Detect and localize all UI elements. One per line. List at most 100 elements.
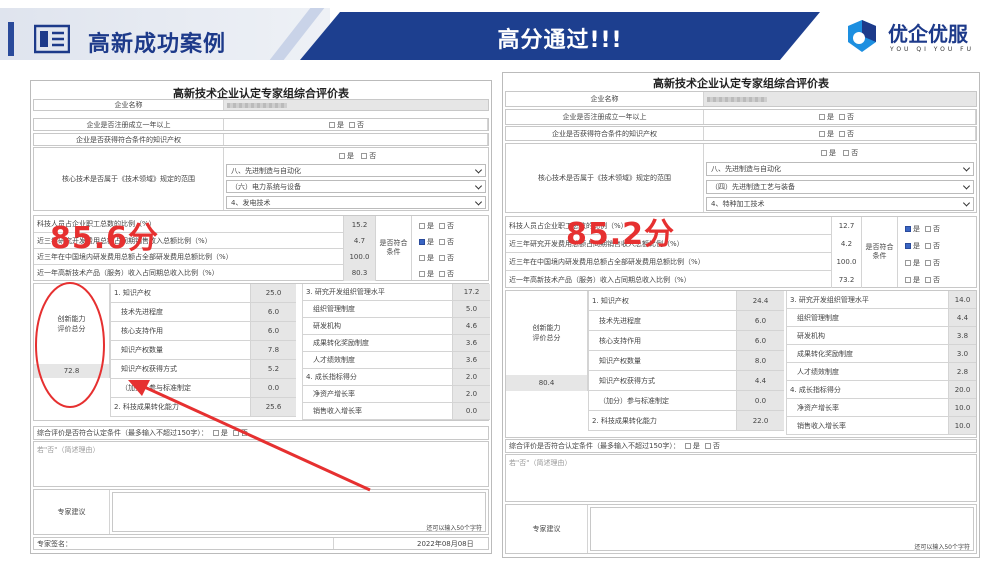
yes-checkbox[interactable] <box>419 255 425 261</box>
score-label: 研发机构 <box>303 318 453 334</box>
score-row: 2. 科技成果转化能力 22.0 <box>588 411 784 431</box>
yes-checkbox[interactable] <box>821 150 827 156</box>
no-checkbox[interactable] <box>925 243 931 249</box>
left-field-select-1[interactable]: 八、先进制造与自动化 <box>226 164 486 177</box>
score-value: 2.0 <box>453 369 490 385</box>
score-value: 20.0 <box>949 381 976 398</box>
left-no-reason-textarea[interactable]: 若"否"（简述理由） <box>33 441 489 487</box>
yes-label: 是 <box>692 442 700 450</box>
score-label: 核心支持作用 <box>589 331 737 350</box>
no-checkbox[interactable] <box>349 121 355 128</box>
yes-label: 是 <box>827 129 834 138</box>
right-year-question: 企业是否注册成立一年以上 <box>506 110 704 124</box>
right-field-question: 核心技术是否属于《技术领域》规定的范围 <box>506 144 704 212</box>
header-center-title: 高分通过!!! <box>497 28 623 53</box>
score-row: 组织管理制度 5.0 <box>302 301 490 318</box>
score-row: 1. 知识产权 25.0 <box>110 284 296 303</box>
score-value: 5.2 <box>251 360 296 378</box>
no-checkbox[interactable] <box>439 239 445 245</box>
no-checkbox[interactable] <box>925 260 931 266</box>
left-sign-row: 专家签名： 2022年08月08日 <box>33 537 489 550</box>
left-field-select-3[interactable]: 4、发电技术 <box>226 196 486 209</box>
right-field-row: 核心技术是否属于《技术领域》规定的范围 是 否 八、先进制造与自动化 （四）先进… <box>505 143 977 213</box>
right-expert-row: 专家建议 还可以输入50个字符 <box>505 504 977 554</box>
score-label: 销售收入增长率 <box>787 417 949 434</box>
score-row: 人才绩效制度 3.6 <box>302 352 490 369</box>
yes-checkbox[interactable] <box>905 277 911 283</box>
overall-question: 综合评价是否符合认定条件（最多输入不超过150字）： <box>509 442 680 450</box>
yes-label: 是 <box>829 149 836 157</box>
score-value: 3.8 <box>949 327 976 344</box>
score-row: 4. 成长指标得分 20.0 <box>786 381 976 399</box>
left-field-select-2[interactable]: （六）电力系统与设备 <box>226 180 486 193</box>
select-value: 4、发电技术 <box>231 198 271 207</box>
no-checkbox[interactable] <box>439 271 445 277</box>
right-no-reason-textarea[interactable]: 若"否"（简述理由） <box>505 454 977 502</box>
no-label: 否 <box>447 254 454 262</box>
select-value: 八、先进制造与自动化 <box>711 165 781 173</box>
right-char-limit: 还可以输入50个字符 <box>914 544 970 551</box>
yes-checkbox[interactable] <box>339 153 345 159</box>
yes-label: 是 <box>337 120 344 129</box>
score-row: 4. 成长指标得分 2.0 <box>302 369 490 386</box>
overall-question: 综合评价是否符合认定条件（最多输入不超过150字）： <box>37 429 208 437</box>
yes-checkbox[interactable] <box>419 271 425 277</box>
yes-checkbox[interactable] <box>212 430 219 436</box>
left-company-row: 企业名称 <box>33 99 489 111</box>
score-label: 成果转化奖励制度 <box>303 335 453 351</box>
yes-checkbox-checked[interactable] <box>419 239 425 245</box>
no-label: 否 <box>447 270 454 278</box>
yes-checkbox-checked[interactable] <box>905 226 911 232</box>
score-value: 25.6 <box>251 398 296 416</box>
right-field-select-2[interactable]: （四）先进制造工艺与装备 <box>706 180 974 194</box>
select-value: 4、特种加工技术 <box>711 200 765 208</box>
no-label: 否 <box>447 238 454 246</box>
left-year-question: 企业是否注册成立一年以上 <box>34 119 224 130</box>
select-value: （六）电力系统与设备 <box>231 182 301 191</box>
score-row: 核心支持作用 6.0 <box>588 331 784 351</box>
no-checkbox[interactable] <box>925 277 931 283</box>
left-company-label: 企业名称 <box>34 100 224 110</box>
yes-checkbox[interactable] <box>819 130 825 137</box>
no-checkbox[interactable] <box>361 153 368 159</box>
yes-checkbox[interactable] <box>905 260 911 266</box>
no-checkbox[interactable] <box>704 443 711 449</box>
right-field-select-3[interactable]: 4、特种加工技术 <box>706 197 974 211</box>
right-expert-label: 专家建议 <box>506 505 588 553</box>
score-label: 2. 科技成果转化能力 <box>589 411 737 430</box>
score-row: 知识产权数量 7.8 <box>110 341 296 360</box>
header-left-title: 高新成功案例 <box>88 32 227 57</box>
yes-checkbox[interactable] <box>819 114 825 120</box>
yes-label: 是 <box>347 152 354 160</box>
no-checkbox[interactable] <box>232 430 239 436</box>
yes-checkbox[interactable] <box>684 443 691 449</box>
no-checkbox[interactable] <box>843 150 850 156</box>
score-value: 0.0 <box>453 403 490 419</box>
no-checkbox[interactable] <box>839 130 845 137</box>
yes-checkbox[interactable] <box>329 121 335 128</box>
score-value: 10.0 <box>949 417 976 434</box>
yes-label: 是 <box>913 242 920 250</box>
score-row: 销售收入增长率 0.0 <box>302 403 490 420</box>
no-checkbox[interactable] <box>439 255 445 261</box>
yes-checkbox[interactable] <box>419 223 425 229</box>
left-field-checks: 是 否 <box>334 151 376 161</box>
chevron-down-icon <box>962 199 971 207</box>
yes-checkbox-checked[interactable] <box>905 243 911 249</box>
right-field-select-1[interactable]: 八、先进制造与自动化 <box>706 162 974 176</box>
score-label: （加分）参与标准制定 <box>111 379 251 397</box>
no-label: 否 <box>933 225 940 233</box>
no-checkbox[interactable] <box>839 114 845 120</box>
chevron-down-icon <box>962 182 971 190</box>
no-checkbox[interactable] <box>925 226 931 232</box>
no-checkbox[interactable] <box>439 223 445 229</box>
score-label: 净资产增长率 <box>787 399 949 416</box>
redacted-text <box>227 102 287 108</box>
yes-label: 是 <box>913 259 920 267</box>
score-label: 成果转化奖励制度 <box>787 345 949 362</box>
left-year-row: 企业是否注册成立一年以上 是 否 <box>33 118 489 131</box>
yes-label: 是 <box>427 270 434 278</box>
left-innov-label: 创新能力评价总分 <box>34 284 110 364</box>
score-value: 22.0 <box>737 411 784 430</box>
right-year-row: 企业是否注册成立一年以上 是 否 <box>505 109 977 125</box>
